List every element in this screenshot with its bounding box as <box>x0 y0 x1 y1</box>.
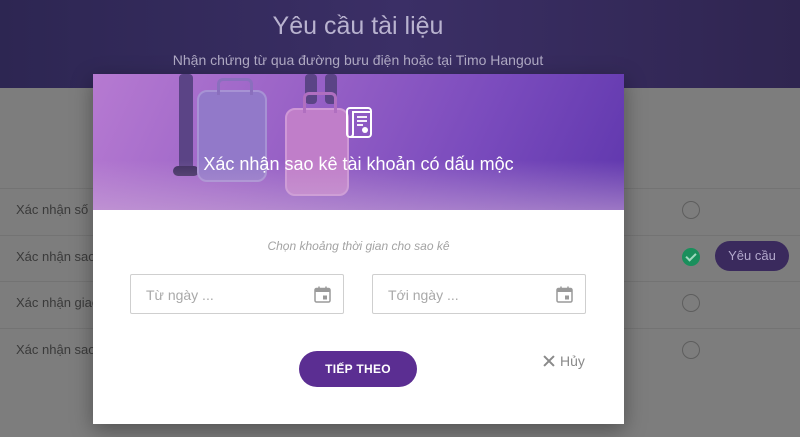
list-item-label: Xác nhận số <box>16 202 89 217</box>
to-date-field[interactable]: Tới ngày ... <box>372 274 586 314</box>
document-certificate-icon <box>346 107 372 138</box>
radio-button[interactable] <box>682 201 700 219</box>
cancel-button[interactable]: Hủy <box>543 353 595 373</box>
from-date-placeholder: Từ ngày ... <box>146 287 214 303</box>
list-item-label: Xác nhận sao <box>16 342 96 357</box>
from-date-field[interactable]: Từ ngày ... <box>130 274 344 314</box>
list-item-label: Xác nhận giao <box>16 295 100 310</box>
calendar-icon[interactable] <box>556 286 573 303</box>
modal-title: Xác nhận sao kê tài khoản có dấu mộc <box>203 154 514 174</box>
close-icon <box>543 355 555 367</box>
radio-button[interactable] <box>682 294 700 312</box>
radio-button-checked[interactable] <box>682 248 700 266</box>
modal-subtitle: Chọn khoảng thời gian cho sao kê <box>267 239 450 253</box>
request-button[interactable]: Yêu cầu <box>715 241 789 271</box>
page-title: Yêu cầu tài liệu <box>272 12 444 40</box>
to-date-placeholder: Tới ngày ... <box>388 287 459 303</box>
statement-request-modal: Xác nhận sao kê tài khoản có dấu mộc Chọ… <box>93 74 624 424</box>
next-button[interactable]: TIẾP THEO <box>299 351 417 387</box>
list-item-label: Xác nhận sao <box>16 249 96 264</box>
page-subtitle: Nhận chứng từ qua đường bưu điện hoặc tạ… <box>172 52 544 68</box>
cancel-label: Hủy <box>560 353 585 369</box>
modal-hero-banner: Xác nhận sao kê tài khoản có dấu mộc <box>93 74 624 210</box>
calendar-icon[interactable] <box>314 286 331 303</box>
radio-button[interactable] <box>682 341 700 359</box>
